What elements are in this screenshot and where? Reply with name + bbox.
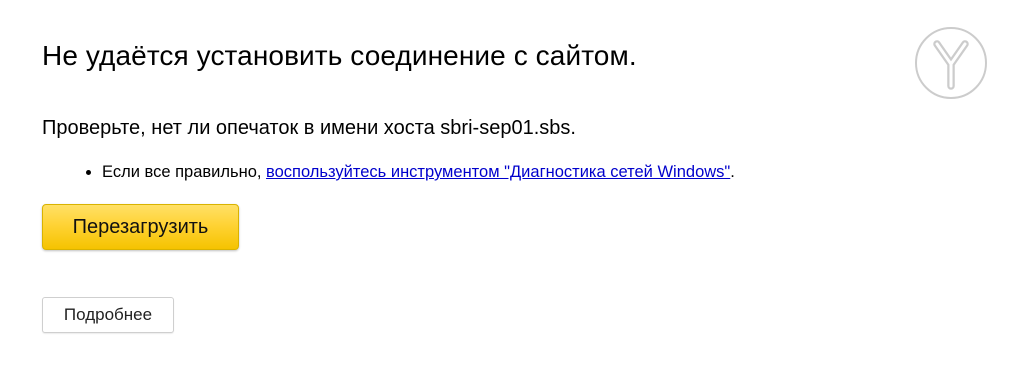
hint-suffix: .	[730, 163, 735, 181]
network-diagnostics-link[interactable]: воспользуйтесь инструментом "Диагностика…	[266, 163, 730, 181]
reload-button[interactable]: Перезагрузить	[42, 204, 239, 250]
details-button[interactable]: Подробнее	[42, 297, 174, 333]
yandex-browser-logo-icon	[915, 27, 987, 99]
check-host-text: Проверьте, нет ли опечаток в имени хоста…	[42, 117, 576, 139]
hint-item: Если все правильно, воспользуйтесь инстр…	[102, 160, 735, 184]
hint-prefix: Если все правильно,	[102, 163, 267, 181]
error-title: Не удаётся установить соединение с сайто…	[42, 40, 637, 71]
hint-list: Если все правильно, воспользуйтесь инстр…	[42, 160, 735, 184]
